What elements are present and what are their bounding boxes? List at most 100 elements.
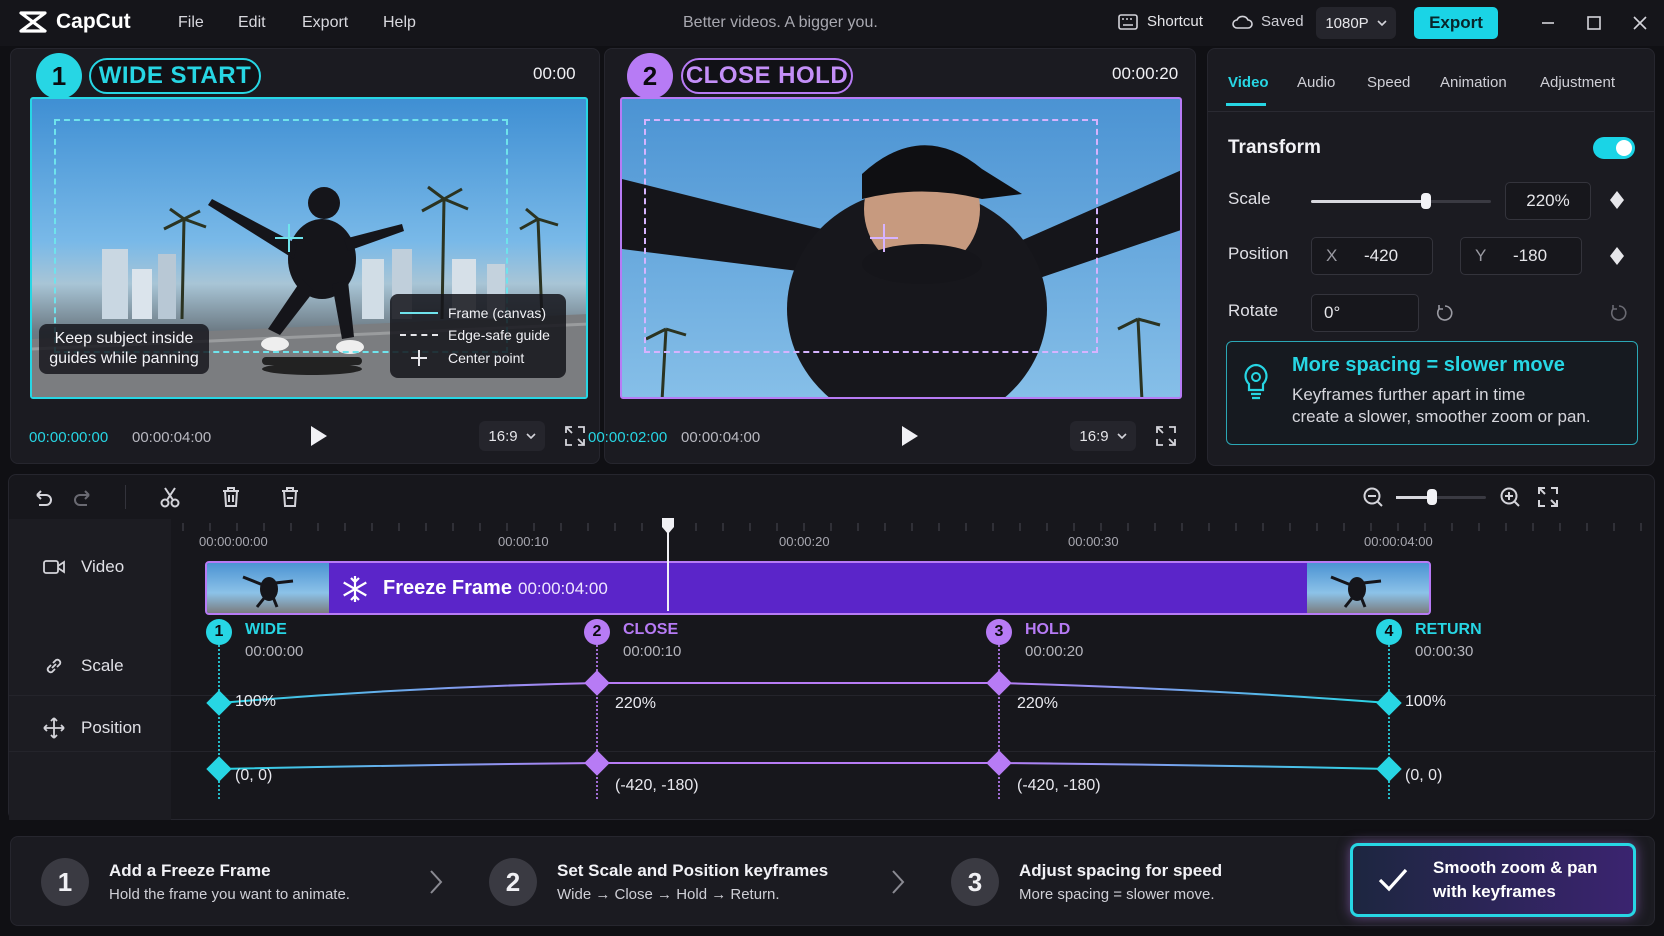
step-title: Adjust spacing for speed <box>1019 861 1223 880</box>
step-number: 1 <box>41 858 89 906</box>
position-curve-segment-1 <box>218 762 598 770</box>
preview-canvas-close[interactable] <box>620 97 1182 399</box>
preview-number-badge: 2 <box>627 53 673 99</box>
total-time: 00:00:04:00 <box>681 429 761 446</box>
keyframe-name: WIDE <box>245 621 287 638</box>
guide-legend: Frame (canvas) Edge-safe guide Center po… <box>390 294 566 378</box>
menu-file[interactable]: File <box>178 14 204 32</box>
step-number: 2 <box>489 858 537 906</box>
tip-card: More spacing = slower move Keyframes fur… <box>1226 341 1638 445</box>
hint-line-1: Keep subject inside <box>54 330 194 347</box>
tab-speed[interactable]: Speed <box>1367 74 1410 91</box>
legend-frame: Frame (canvas) <box>400 302 556 324</box>
rotate-field[interactable]: 0° <box>1311 294 1419 332</box>
transform-toggle[interactable] <box>1593 137 1635 159</box>
step-subtitle: Wide → Close → Hold → Return. <box>557 886 780 903</box>
tagline: Better videos. A bigger you. <box>683 14 878 31</box>
keyframe-number-badge: 4 <box>1376 619 1402 645</box>
keyframe-name: RETURN <box>1415 621 1482 638</box>
play-icon[interactable] <box>900 424 920 448</box>
tab-adjustment[interactable]: Adjustment <box>1540 74 1615 91</box>
keyframe-diamond-icon[interactable] <box>1609 246 1625 266</box>
x-label: X <box>1326 246 1338 265</box>
app-name: CapCut <box>56 10 131 33</box>
scale-value-field[interactable]: 220% <box>1505 182 1591 220</box>
preview-timecode: 00:00:20 <box>1112 64 1179 83</box>
aspect-ratio-select[interactable]: 16:9 <box>479 421 545 451</box>
result-badge: Smooth zoom & pan with keyframes <box>1350 843 1636 917</box>
playhead-handle-icon[interactable] <box>660 517 676 535</box>
tip-line-1: Keyframes further apart in time <box>1292 385 1526 404</box>
export-button[interactable]: Export <box>1414 7 1498 39</box>
legend-center: Center point <box>400 346 556 370</box>
hint-line-2: guides while panning <box>49 350 199 367</box>
y-label: Y <box>1475 246 1487 265</box>
total-time: 00:00:04:00 <box>132 429 212 446</box>
scale-slider[interactable] <box>1311 193 1491 209</box>
preview-title-pill: WIDE START <box>89 58 261 94</box>
badge-line-2: with keyframes <box>1433 882 1556 901</box>
tab-audio[interactable]: Audio <box>1297 74 1335 91</box>
aspect-ratio-select[interactable]: 16:9 <box>1070 421 1136 451</box>
tab-animation[interactable]: Animation <box>1440 74 1507 91</box>
lightbulb-icon <box>1244 363 1268 400</box>
steps-bar: 1 Add a Freeze Frame Hold the frame you w… <box>10 836 1655 926</box>
keyframe-diamond-icon[interactable] <box>1609 190 1625 210</box>
position-y-field[interactable]: Y -180 <box>1460 237 1582 275</box>
position-x-field[interactable]: X -420 <box>1311 237 1433 275</box>
close-icon[interactable] <box>1632 15 1648 31</box>
keyframe-number-badge: 3 <box>986 619 1012 645</box>
rotate-label: Rotate <box>1228 301 1279 320</box>
tip-line-2: create a slower, smoother zoom or pan. <box>1292 407 1591 426</box>
scale-keyframe-value: 100% <box>235 693 276 710</box>
position-keyframe-value: (0, 0) <box>235 767 273 784</box>
scale-keyframe-value: 220% <box>615 695 656 712</box>
keyframe-name: HOLD <box>1025 621 1071 638</box>
shortcut-label: Shortcut <box>1147 13 1203 30</box>
tab-active-indicator <box>1226 103 1266 106</box>
rotate-reset-icon[interactable] <box>1435 303 1455 323</box>
preview-title-pill: CLOSE HOLD <box>681 58 853 94</box>
keyframe-name: CLOSE <box>623 621 679 638</box>
keyframe-time: 00:00:10 <box>623 643 682 660</box>
chevron-down-icon <box>1377 20 1387 26</box>
scale-slider-fill <box>1311 200 1427 203</box>
menu-export[interactable]: Export <box>302 14 348 32</box>
tip-title: More spacing = slower move <box>1292 354 1565 376</box>
save-status: Saved <box>1231 13 1304 30</box>
play-icon[interactable] <box>309 424 329 448</box>
keyframe-number-badge: 1 <box>206 619 232 645</box>
position-keyframe-value: (-420, -180) <box>1017 777 1101 794</box>
step-title: Add a Freeze Frame <box>109 861 271 880</box>
legend-frame-label: Frame (canvas) <box>448 305 547 321</box>
framing-hint: Keep subject inside guides while panning <box>39 324 209 374</box>
step-number: 3 <box>951 858 999 906</box>
x-value: -420 <box>1364 246 1399 265</box>
reset-icon[interactable] <box>1609 303 1629 323</box>
legend-guide-label: Edge-safe guide <box>448 327 550 343</box>
maximize-icon[interactable] <box>1586 15 1602 31</box>
menu-edit[interactable]: Edit <box>238 14 266 32</box>
keyframe-time: 00:00:30 <box>1415 643 1474 660</box>
position-keyframe-value: (-420, -180) <box>615 777 699 794</box>
menu-help[interactable]: Help <box>383 14 416 32</box>
scale-keyframe-value: 220% <box>1017 695 1058 712</box>
fullscreen-icon[interactable] <box>1155 425 1177 447</box>
tab-divider <box>1208 111 1654 112</box>
chevron-down-icon <box>526 433 536 439</box>
fullscreen-icon[interactable] <box>564 425 586 447</box>
resolution-select[interactable]: 1080P <box>1316 7 1396 39</box>
tip-body: Keyframes further apart in time create a… <box>1292 384 1591 428</box>
keyframe-number-badge: 2 <box>584 619 610 645</box>
tab-video[interactable]: Video <box>1228 74 1269 91</box>
minimize-icon[interactable] <box>1540 16 1556 30</box>
shortcut-button[interactable]: Shortcut <box>1118 13 1203 30</box>
top-bar: CapCut File Edit Export Help Better vide… <box>0 0 1664 46</box>
scale-slider-knob[interactable] <box>1421 193 1432 209</box>
preview-panel-close: 2 CLOSE HOLD 00:00:20 00:00:02:00 00:00:… <box>588 48 1196 464</box>
step-subtitle: Hold the frame you want to animate. <box>109 886 350 903</box>
keyboard-icon <box>1118 13 1138 30</box>
aspect-ratio-value: 16:9 <box>488 427 518 445</box>
preview-canvas-wide[interactable]: Keep subject inside guides while panning… <box>30 97 588 399</box>
step-subtitle: More spacing = slower move. <box>1019 886 1215 903</box>
